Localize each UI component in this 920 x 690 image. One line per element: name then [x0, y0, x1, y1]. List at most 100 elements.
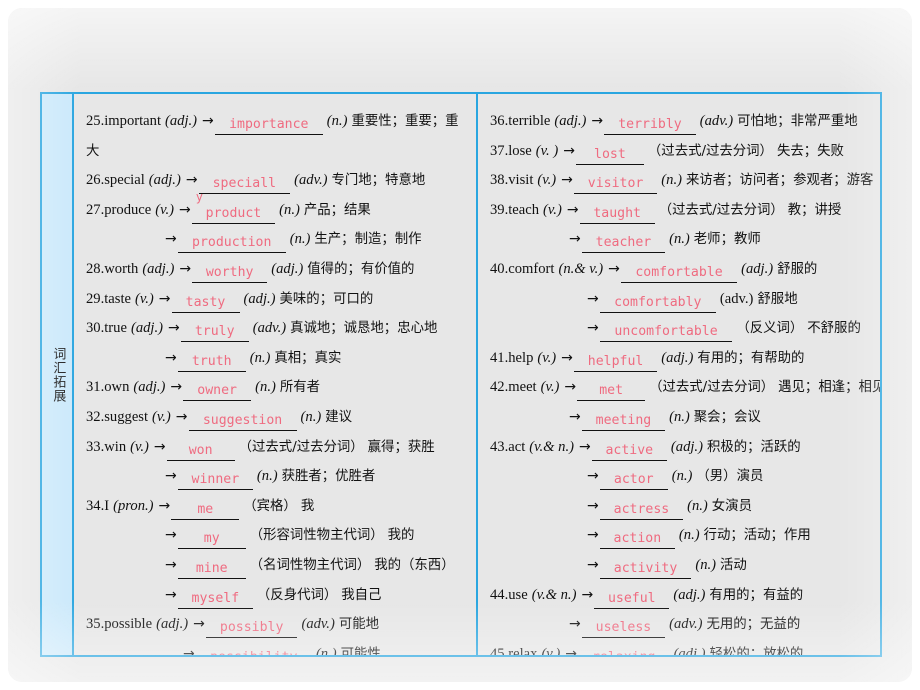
entry-meaning: 有用的；有帮助的	[697, 350, 805, 366]
arrow-icon: →	[153, 438, 166, 455]
arrow-icon: →	[591, 113, 604, 129]
answer-blank[interactable]: production	[177, 233, 286, 254]
vocab-entry: 32.suggest (v.) → suggestion (n.) 建议	[86, 403, 468, 433]
answer-blank[interactable]: tasty	[171, 293, 240, 313]
entry-part-of-speech: (pron.)	[113, 497, 154, 514]
vocab-entry: 36.terrible (adj.) → terribly (adv.) 可怕地；非常严重…	[490, 107, 872, 137]
entry-meaning: 轻松的；放松的	[709, 646, 804, 655]
answer-part-of-speech: (n.)	[326, 113, 348, 129]
arrow-icon: →	[165, 527, 177, 544]
arrow-icon: →	[165, 349, 177, 366]
entry-part-of-speech: (v. )	[535, 142, 559, 159]
answer-part-of-speech: (adj.)	[243, 290, 276, 307]
answer-blank[interactable]: y product	[191, 191, 276, 224]
answer-blank[interactable]: taught	[579, 204, 655, 224]
answer-blank[interactable]: meeting	[581, 411, 666, 431]
vocab-entry: 41.help (v.) → helpful (adj.) 有用的；有帮助的	[490, 344, 872, 374]
answer-blank[interactable]: speciall	[198, 174, 291, 195]
answer-blank[interactable]: met	[577, 381, 646, 402]
arrow-icon: →	[608, 260, 620, 277]
answer-blank[interactable]: relaxing	[578, 648, 670, 655]
answer-blank[interactable]: visitor	[573, 174, 658, 195]
answer-blank[interactable]: worthy	[192, 263, 268, 283]
answer-blank[interactable]: lost	[575, 145, 644, 165]
vocab-entry: 35.possible (adj.) → possibly (adv.) 可能地	[86, 610, 468, 640]
entry-word: own	[104, 379, 130, 396]
answer-blank[interactable]: useful	[594, 589, 670, 609]
vocabulary-table: 词汇拓展 25.important (adj.) → importance (n.) 重要…	[40, 92, 882, 657]
entry-number: 32.	[86, 408, 105, 425]
entry-word: teach	[508, 201, 540, 218]
answer-blank[interactable]: importance	[214, 115, 323, 135]
answer-blank[interactable]: comfortably	[599, 293, 716, 313]
entry-meaning: 建议	[325, 409, 352, 425]
answer-blank[interactable]: useless	[581, 618, 666, 639]
vocab-entry: → teacher (n.) 老师；教师	[490, 225, 872, 255]
answer-blank[interactable]: helpful	[573, 352, 658, 372]
vocab-entry: → comfortably (adv.) 舒服地	[490, 285, 872, 315]
slide-canvas: 词汇拓展 25.important (adj.) → importance (n.) 重要…	[8, 8, 912, 682]
answer-blank[interactable]: myself	[177, 589, 253, 609]
vocab-entry: → myself （反身代词） 我自己	[86, 581, 468, 611]
entry-word: win	[104, 438, 127, 455]
vocab-entry: 27.produce (v.) → y product (n.) 产品；结果	[86, 191, 468, 226]
vocab-entry: 25.important (adj.) → importance (n.) 重要性；重要；…	[86, 107, 468, 166]
answer-blank[interactable]: owner	[183, 381, 252, 402]
entry-number: 35.	[86, 616, 105, 633]
answer-part-of-speech: (n.)	[669, 408, 690, 425]
vocab-entry: 45.relax(v.) →relaxing(adj.)轻松的；放松的	[490, 640, 872, 655]
answer-blank[interactable]: activity	[599, 559, 692, 579]
entry-number: 38.	[490, 172, 509, 189]
answer-blank[interactable]: terribly	[604, 115, 696, 135]
answer-blank[interactable]: actor	[599, 470, 668, 491]
entry-part-of-speech: (v.)	[543, 201, 562, 218]
answer-blank[interactable]: truly	[180, 322, 249, 343]
entry-word: I	[104, 497, 110, 514]
entry-meaning: 老师；教师	[693, 232, 761, 248]
arrow-icon: →	[578, 438, 591, 455]
answer-blank[interactable]: teacher	[581, 233, 666, 254]
answer-part-of-speech: （过去式/过去分词）	[658, 202, 784, 218]
answer-blank[interactable]: my	[177, 529, 246, 550]
vocab-entry: 34.I (pron.) → me （宾格）我	[86, 492, 468, 522]
answer-superscript: y	[195, 189, 203, 204]
answer-blank[interactable]: me	[171, 500, 240, 520]
arrow-icon: →	[569, 231, 581, 248]
answer-blank[interactable]: actress	[599, 500, 684, 520]
answer-part-of-speech: (n.)	[661, 172, 682, 189]
answer-blank[interactable]: comfortable	[620, 263, 738, 283]
answer-blank[interactable]: truth	[177, 352, 246, 372]
arrow-icon: →	[587, 556, 599, 573]
entry-meaning: 可能地	[338, 617, 379, 633]
entry-part-of-speech: (v.)	[541, 645, 561, 655]
arrow-icon: →	[185, 172, 198, 189]
arrow-icon: →	[563, 142, 575, 159]
entry-number: 26.	[86, 172, 105, 189]
answer-part-of-speech: (adv.)	[252, 320, 287, 337]
answer-blank[interactable]: winner	[177, 470, 253, 491]
answer-blank[interactable]: uncomfortable	[599, 322, 733, 343]
arrow-icon: →	[569, 408, 581, 425]
answer-part-of-speech: (adj.)	[673, 586, 706, 603]
answer-blank[interactable]: action	[599, 529, 675, 550]
entry-meaning: 活动	[720, 557, 747, 573]
arrow-icon: →	[587, 497, 599, 514]
answer-part-of-speech: （反身代词）	[256, 587, 338, 603]
entry-word: use	[508, 586, 528, 603]
answer-blank[interactable]: possibly	[205, 618, 298, 639]
entry-number: 45.	[490, 645, 509, 655]
answer-blank[interactable]: mine	[177, 559, 246, 579]
answer-blank[interactable]: possibility	[196, 648, 312, 655]
vocab-entry: → activity (n.) 活动	[490, 551, 872, 581]
vocab-entry: → actress (n.) 女演员	[490, 492, 872, 522]
entry-number: 40.	[490, 260, 509, 277]
entry-part-of-speech: (v.)	[135, 290, 154, 307]
vocab-entry: 31.own (adj.) → owner (n.) 所有者	[86, 373, 468, 403]
answer-blank[interactable]: active	[591, 441, 667, 461]
answer-part-of-speech: (adj.)	[271, 260, 304, 277]
entry-meaning: 赢得；获胜	[367, 439, 435, 455]
answer-blank[interactable]: won	[166, 441, 235, 461]
answer-blank[interactable]: suggestion	[188, 411, 297, 431]
entry-meaning: 舒服的	[777, 261, 818, 277]
entry-number: 34.	[86, 497, 105, 514]
